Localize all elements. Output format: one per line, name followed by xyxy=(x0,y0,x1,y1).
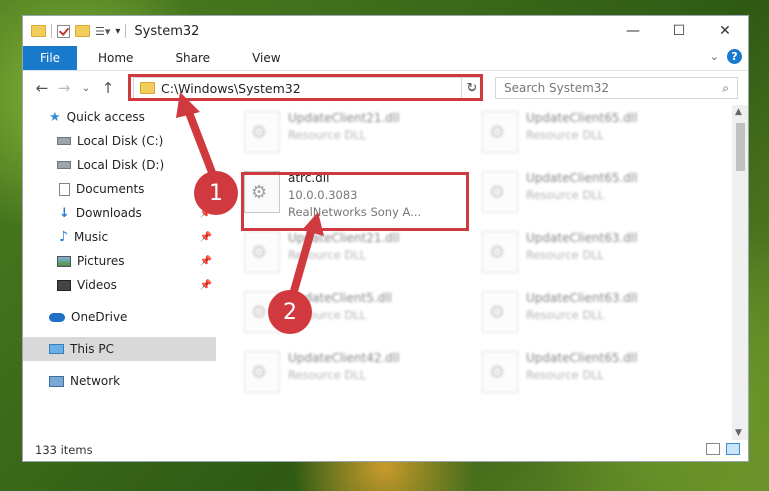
arrow-to-file xyxy=(288,212,324,302)
annotation-arrows xyxy=(176,92,324,302)
step-badge-2: 2 xyxy=(268,290,312,334)
step-badge-1: 1 xyxy=(194,171,238,215)
arrow-to-address-bar xyxy=(176,92,217,179)
